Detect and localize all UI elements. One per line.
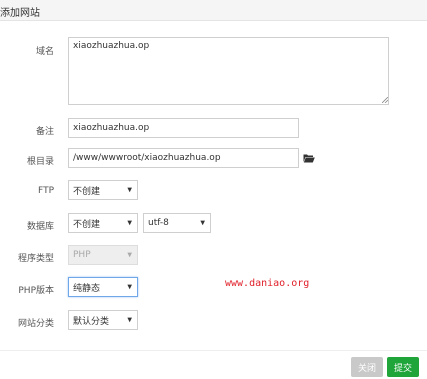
- remark-input[interactable]: xiaozhuazhua.op: [68, 118, 299, 138]
- php-version-select[interactable]: 纯静态 ▼: [68, 277, 138, 297]
- php-version-label: PHP版本: [18, 286, 54, 296]
- category-label: 网站分类: [17, 319, 54, 329]
- database-label: 数据库: [26, 222, 54, 232]
- charset-select[interactable]: utf-8 ▼: [143, 213, 211, 233]
- domain-textarea[interactable]: [68, 37, 389, 105]
- category-selected: 默认分类: [73, 316, 110, 327]
- close-button[interactable]: 关闭: [351, 357, 383, 377]
- root-dir-label: 根目录: [26, 157, 54, 167]
- chevron-down-icon: ▼: [127, 316, 132, 324]
- chevron-down-icon: ▼: [200, 219, 205, 227]
- root-dir-value: /www/wwwroot/xiaozhuazhua.op: [73, 153, 221, 163]
- database-selected: 不创建: [73, 219, 101, 230]
- chevron-down-icon: ▼: [127, 283, 132, 291]
- chevron-down-icon: ▼: [127, 219, 132, 227]
- remark-label: 备注: [35, 127, 54, 137]
- root-dir-input[interactable]: /www/wwwroot/xiaozhuazhua.op: [68, 148, 299, 168]
- ftp-label: FTP: [38, 186, 54, 196]
- resize-grip-icon[interactable]: [382, 97, 388, 103]
- folder-open-icon[interactable]: [303, 153, 315, 163]
- add-site-dialog: 添加网站 域名 备注 xiaozhuazhua.op 根目录 /www/wwwr…: [0, 0, 427, 379]
- submit-button[interactable]: 提交: [387, 357, 419, 377]
- dialog-title: 添加网站: [0, 8, 40, 19]
- chevron-down-icon: ▼: [127, 251, 132, 259]
- program-type-selected: PHP: [73, 250, 91, 260]
- watermark-text: www.daniao.org: [225, 278, 310, 289]
- remark-value: xiaozhuazhua.op: [73, 123, 150, 133]
- charset-selected: utf-8: [148, 218, 169, 228]
- ftp-select[interactable]: 不创建 ▼: [68, 180, 138, 200]
- domain-label: 域名: [35, 47, 54, 57]
- php-version-selected: 纯静态: [73, 283, 101, 294]
- category-select[interactable]: 默认分类 ▼: [68, 310, 138, 330]
- database-select[interactable]: 不创建 ▼: [68, 213, 138, 233]
- program-type-label: 程序类型: [17, 254, 54, 264]
- dialog-titlebar: 添加网站: [0, 0, 427, 21]
- ftp-selected: 不创建: [73, 186, 101, 197]
- program-type-select: PHP ▼: [68, 245, 138, 265]
- chevron-down-icon: ▼: [127, 186, 132, 194]
